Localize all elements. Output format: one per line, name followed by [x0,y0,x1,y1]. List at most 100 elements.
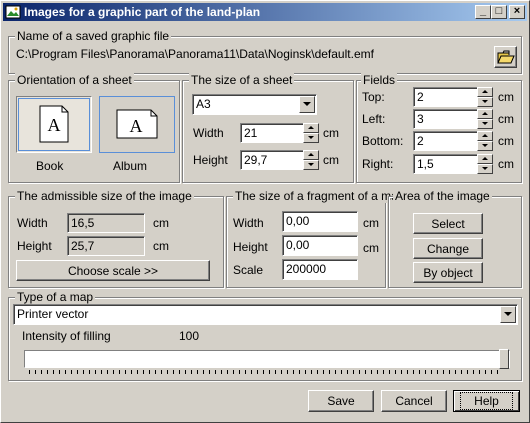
maximize-button[interactable]: □ [491,5,507,19]
top-margin-input[interactable]: 2 [413,87,478,107]
title-bar[interactable]: Images for a graphic part of the land-pl… [3,3,527,21]
bottom-margin-input[interactable]: 2 [413,131,478,151]
file-path-field[interactable]: C:\Program Files\Panorama\Panorama11\Dat… [13,45,490,66]
sheet-format-select[interactable]: A3 [192,94,317,115]
close-button[interactable]: × [509,5,525,19]
map-type-select[interactable]: Printer vector [13,304,518,325]
sheet-size-legend: The size of a sheet [189,73,295,87]
admissible-height-unit: cm [153,239,169,253]
fragment-height-unit: cm [363,241,379,255]
minimize-button[interactable]: _ [475,5,491,19]
spin-up-icon[interactable] [477,131,493,141]
choose-scale-label: Choose scale >> [67,264,159,278]
chevron-down-icon[interactable] [500,306,516,323]
open-folder-icon [497,50,515,64]
sheet-height-input[interactable]: 29,7 [240,150,304,170]
spin-up-icon[interactable] [303,150,319,160]
map-type-value: Printer vector [17,307,89,321]
right-margin-spinner[interactable] [477,154,493,174]
save-button[interactable]: Save [308,390,374,412]
book-glyph: A [48,115,61,135]
minimize-icon: _ [479,5,487,17]
album-glyph: A [130,116,143,136]
top-margin-unit: cm [498,90,514,104]
slider-thumb[interactable] [499,349,509,369]
spin-up-icon[interactable] [477,154,493,164]
dialog-window: Images for a graphic part of the land-pl… [0,0,530,423]
help-label: Help [460,392,513,410]
admissible-width-value: 16,5 [67,213,145,233]
spin-down-icon[interactable] [477,164,493,174]
by-object-label: By object [423,266,473,280]
select-button[interactable]: Select [413,213,483,234]
select-label: Select [431,217,465,231]
top-margin-label: Top: [362,90,385,104]
left-margin-spinner[interactable] [477,109,493,129]
right-margin-unit: cm [498,157,514,171]
spin-down-icon[interactable] [477,141,493,151]
spin-up-icon[interactable] [303,123,319,133]
left-margin-input[interactable]: 3 [413,109,478,129]
change-button[interactable]: Change [413,238,483,259]
map-type-legend: Type of a map [15,290,96,304]
fragment-scale-label: Scale [233,263,264,277]
fragment-size-legend: The size of a fragment of a map [233,189,407,203]
book-orientation-button[interactable]: A [16,96,92,153]
spin-up-icon[interactable] [477,87,493,97]
left-margin-unit: cm [498,112,514,126]
bottom-margin-label: Bottom: [362,134,404,148]
sheet-width-spinner[interactable] [303,123,319,143]
maximize-icon: □ [495,5,503,17]
right-margin-label: Right: [362,157,394,171]
left-margin-label: Left: [362,112,386,126]
spin-down-icon[interactable] [303,133,319,143]
window-title: Images for a graphic part of the land-pl… [24,5,261,19]
right-margin-input[interactable]: 1,5 [413,154,478,174]
save-label: Save [327,394,355,408]
spin-up-icon[interactable] [477,109,493,119]
admissible-width-unit: cm [153,216,169,230]
fragment-width-label: Width [233,216,264,230]
sheet-width-label: Width [193,126,224,140]
bottom-margin-spinner[interactable] [477,131,493,151]
cancel-button[interactable]: Cancel [381,390,447,412]
sheet-height-spinner[interactable] [303,150,319,170]
orientation-legend: Orientation of a sheet [15,73,134,87]
fragment-width-input[interactable]: 0,00 [282,211,358,232]
sheet-height-unit: cm [323,153,339,167]
admissible-size-legend: The admissible size of the image [15,189,194,203]
fragment-width-unit: cm [363,216,379,230]
album-label: Album [113,159,148,173]
chevron-down-icon[interactable] [299,96,315,113]
bottom-margin-unit: cm [498,134,514,148]
intensity-label: Intensity of filling [22,329,111,343]
spin-down-icon[interactable] [303,160,319,170]
intensity-slider[interactable] [24,349,510,369]
landscape-page-icon: A [116,109,158,139]
app-icon [5,5,21,19]
sheet-width-input[interactable]: 21 [240,123,304,143]
by-object-button[interactable]: By object [413,262,483,283]
close-icon: × [513,5,521,17]
sheet-format-value: A3 [196,97,211,111]
help-button[interactable]: Help [453,390,520,412]
top-margin-spinner[interactable] [477,87,493,107]
album-orientation-button[interactable]: A [99,96,175,153]
intensity-value: 100 [179,329,200,343]
fragment-scale-input[interactable]: 200000 [282,259,358,280]
browse-button[interactable] [494,46,517,68]
fragment-height-input[interactable]: 0,00 [282,235,358,256]
change-label: Change [426,242,470,256]
spin-down-icon[interactable] [477,97,493,107]
fields-legend: Fields [361,73,398,87]
admissible-height-label: Height [17,239,52,253]
fragment-height-label: Height [233,240,268,254]
choose-scale-button[interactable]: Choose scale >> [16,260,210,281]
cancel-label: Cancel [395,394,433,408]
admissible-height-value: 25,7 [67,236,145,256]
spin-down-icon[interactable] [477,119,493,129]
portrait-page-icon: A [39,105,69,143]
admissible-width-label: Width [17,216,48,230]
slider-ticks [29,370,503,374]
sheet-height-label: Height [193,153,228,167]
